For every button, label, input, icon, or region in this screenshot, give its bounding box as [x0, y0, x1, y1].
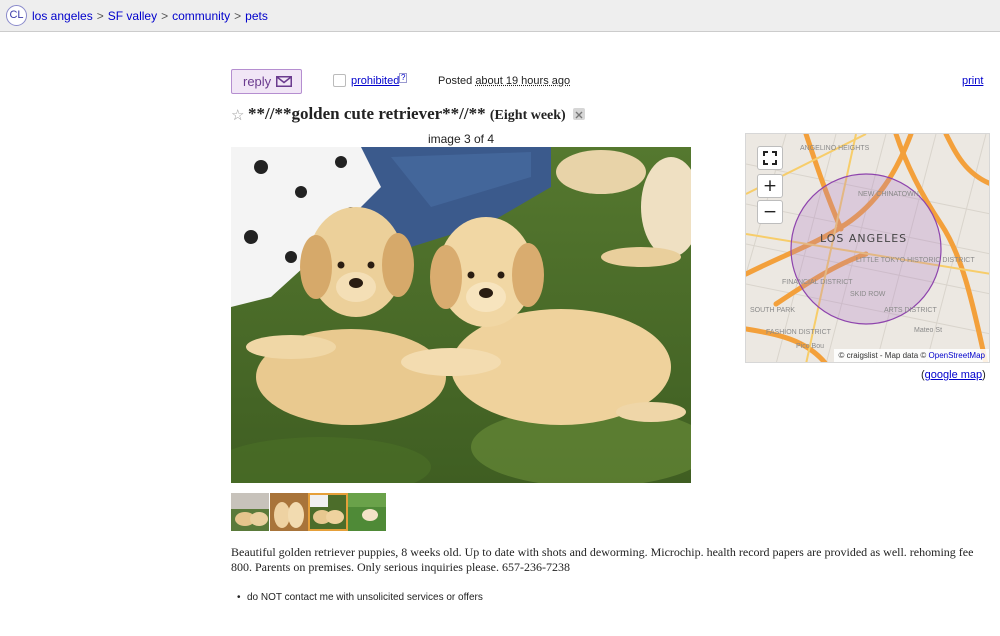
map-label: NEW CHINATOWN — [858, 191, 919, 198]
google-map-link[interactable]: google map — [925, 369, 983, 381]
breadcrumb-los-angeles[interactable]: los angeles — [32, 9, 93, 23]
posting-subtitle: (Eight week) — [489, 108, 566, 123]
thumbnail-2[interactable] — [270, 493, 308, 531]
breadcrumb-separator: > — [234, 9, 242, 23]
breadcrumb-separator: > — [96, 9, 104, 23]
map-label: FASHION DISTRICT — [766, 329, 832, 336]
posting-title-text: **//**golden cute retriever**//** — [248, 104, 486, 123]
breadcrumb-pets[interactable]: pets — [245, 9, 268, 23]
prohibited-help-link[interactable]: ? — [399, 73, 408, 83]
print-link[interactable]: print — [962, 75, 983, 87]
map-label: ANGELINO HEIGHTS — [800, 145, 870, 152]
map-label: ARTS DISTRICT — [884, 307, 937, 314]
top-bar: CL los angeles > SF valley > community > pets — [0, 0, 1000, 32]
puppies-photo — [231, 147, 691, 483]
breadcrumb: los angeles > SF valley > community > pets — [32, 9, 268, 23]
breadcrumb-community[interactable]: community — [172, 9, 230, 23]
posted-date: Posted about 19 hours ago — [438, 75, 570, 87]
thumbnail-4[interactable] — [348, 493, 386, 531]
star-icon[interactable]: ☆ — [231, 106, 244, 124]
posting-title: **//**golden cute retriever**//** (Eight… — [248, 104, 566, 124]
craigslist-logo[interactable]: CL — [6, 5, 27, 26]
prohibited-link[interactable]: prohibited — [351, 75, 399, 87]
map-attribution: © craigslist - Map data © OpenStreetMap — [834, 349, 989, 362]
location-map[interactable]: ANGELINO HEIGHTS NEW CHINATOWN LITTLE TO… — [745, 133, 990, 363]
map-label: LITTLE TOKYO HISTORIC DISTRICT — [856, 257, 975, 264]
zoom-in-button[interactable]: + — [757, 174, 783, 198]
thumbnail-3[interactable] — [308, 493, 348, 531]
map-label: SOUTH PARK — [750, 307, 795, 314]
bullet-icon: • — [237, 592, 241, 603]
fullscreen-icon — [763, 151, 777, 165]
openstreetmap-link[interactable]: OpenStreetMap — [929, 351, 985, 360]
posted-time: about 19 hours ago — [475, 75, 571, 87]
image-counter: image 3 of 4 — [427, 132, 495, 146]
map-label: SKID ROW — [850, 291, 886, 298]
google-map-link-wrapper: (google map) — [921, 369, 986, 381]
posting-body: Beautiful golden retriever puppies, 8 we… — [231, 545, 974, 574]
map-city-label: LOS ANGELES — [820, 232, 907, 245]
main-photo[interactable] — [231, 147, 691, 483]
notice-item: do NOT contact me with unsolicited servi… — [247, 592, 483, 603]
thumbnail-1[interactable] — [231, 493, 269, 531]
reply-button[interactable]: reply — [231, 69, 302, 94]
reply-label: reply — [243, 74, 272, 89]
breadcrumb-sf-valley[interactable]: SF valley — [108, 9, 157, 23]
map-label: FINANCIAL DISTRICT — [782, 279, 853, 286]
fullscreen-button[interactable] — [757, 146, 783, 170]
mail-icon — [276, 76, 292, 87]
hide-posting-icon[interactable] — [573, 108, 585, 120]
posted-prefix: Posted — [438, 75, 473, 87]
map-attribution-text: © craigslist - Map data © — [838, 351, 927, 360]
breadcrumb-separator: > — [161, 9, 169, 23]
map-road-label: Pico Bou — [796, 343, 824, 350]
favorite-checkbox[interactable] — [333, 74, 346, 87]
map-road-label: Mateo St — [914, 327, 942, 334]
zoom-out-button[interactable]: − — [757, 200, 783, 224]
